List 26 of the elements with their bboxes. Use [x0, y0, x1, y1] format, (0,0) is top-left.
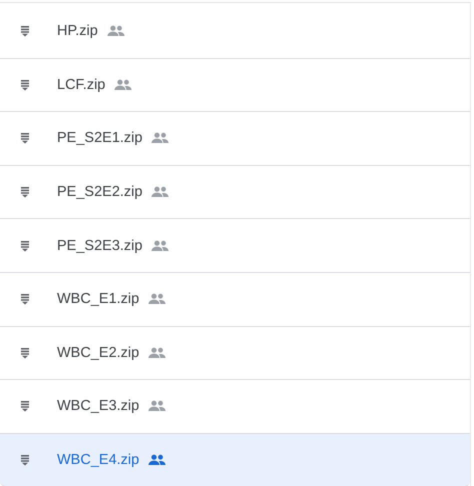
file-row[interactable]: PE_S2E1.zip — [0, 112, 470, 166]
file-name: WBC_E3.zip — [57, 398, 140, 414]
zip-file-icon — [20, 25, 30, 38]
zip-file-icon — [20, 346, 30, 359]
file-row[interactable]: HP.zip — [0, 5, 470, 59]
zip-file-icon — [20, 240, 30, 252]
zip-file-icon — [20, 454, 30, 466]
zip-file-icon — [20, 293, 30, 306]
file-row[interactable]: LCF.zip — [0, 58, 470, 112]
file-row[interactable]: WBC_E2.zip — [0, 326, 470, 380]
file-name: LCF.zip — [57, 76, 106, 93]
file-name: PE_S2E2.zip — [57, 184, 142, 200]
zip-file-icon — [20, 78, 30, 91]
zip-file-icon — [20, 132, 30, 144]
file-row[interactable]: PE_S2E3.zip — [0, 219, 470, 273]
file-row[interactable]: WBC_E4.zip — [0, 434, 470, 486]
file-name: HP.zip — [57, 23, 98, 40]
file-name: WBC_E1.zip — [57, 291, 140, 308]
zip-file-icon — [20, 400, 30, 412]
file-name: PE_S2E3.zip — [57, 238, 142, 254]
file-row[interactable]: PE_S2E2.zip — [0, 166, 470, 220]
file-name: WBC_E2.zip — [57, 344, 140, 361]
file-name: PE_S2E1.zip — [57, 130, 142, 146]
file-name: WBC_E4.zip — [57, 452, 140, 468]
file-row[interactable]: WBC_E1.zip — [0, 272, 470, 327]
zip-file-icon — [20, 186, 30, 198]
